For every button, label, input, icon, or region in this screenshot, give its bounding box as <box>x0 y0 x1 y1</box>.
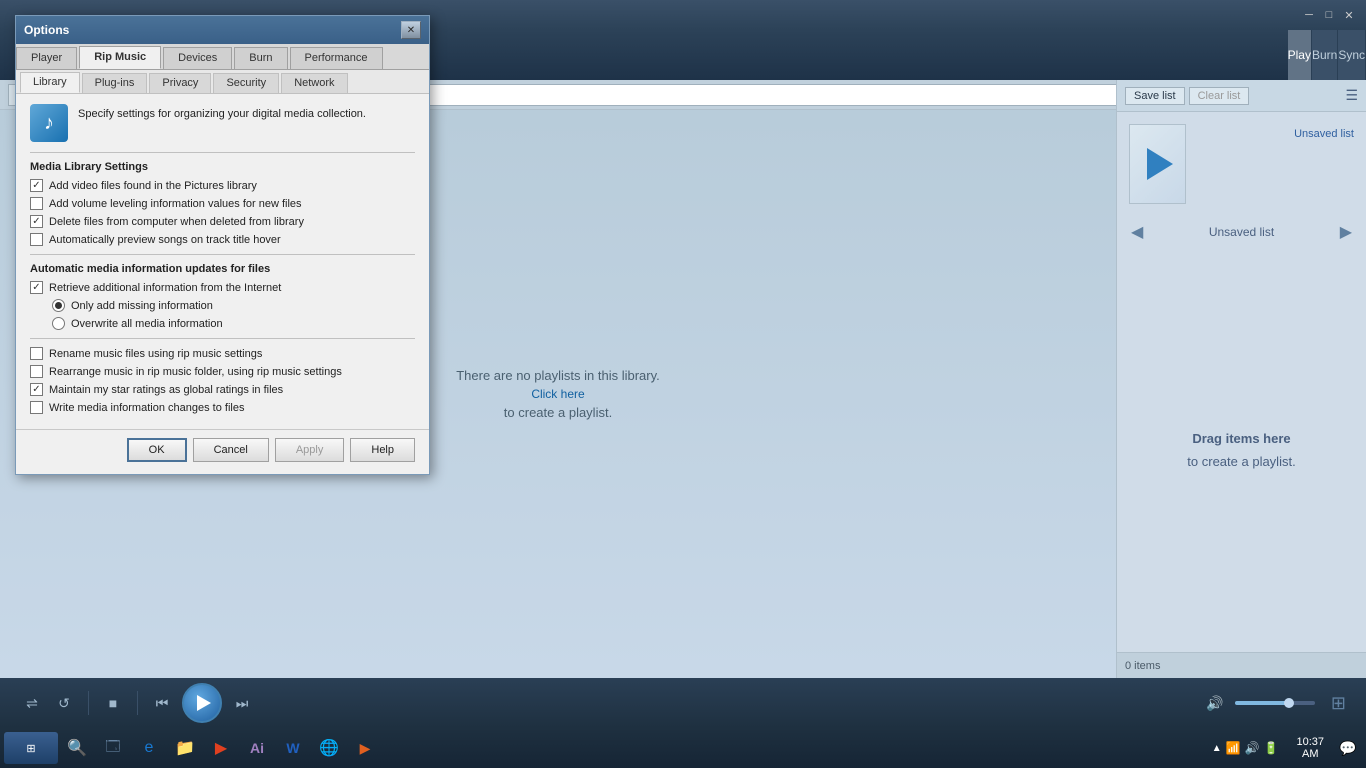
subtab-privacy[interactable]: Privacy <box>149 73 211 93</box>
checkbox-row-add-volume: Add volume leveling information values f… <box>30 197 415 210</box>
separator-3 <box>30 338 415 339</box>
checkbox-row-delete-files: Delete files from computer when deleted … <box>30 215 415 228</box>
dialog-icon: ♪ <box>30 104 68 142</box>
separator-2 <box>30 254 415 255</box>
radio-overwrite[interactable] <box>52 317 65 330</box>
checkbox-rename[interactable] <box>30 347 43 360</box>
checkbox-row-add-video: Add video files found in the Pictures li… <box>30 179 415 192</box>
checkbox-auto-preview-label: Automatically preview songs on track tit… <box>49 234 281 246</box>
checkbox-retrieve[interactable] <box>30 281 43 294</box>
dialog-header-row: ♪ Specify settings for organizing your d… <box>30 104 415 142</box>
media-library-heading: Media Library Settings <box>30 161 415 173</box>
checkbox-row-auto-preview: Automatically preview songs on track tit… <box>30 233 415 246</box>
tab-burn[interactable]: Burn <box>234 47 287 69</box>
checkbox-add-video[interactable] <box>30 179 43 192</box>
apply-button[interactable]: Apply <box>275 438 345 462</box>
checkbox-row-write-media: Write media information changes to files <box>30 401 415 414</box>
checkbox-delete-files-label: Delete files from computer when deleted … <box>49 216 304 228</box>
subtab-network[interactable]: Network <box>281 73 347 93</box>
checkbox-add-volume-label: Add volume leveling information values f… <box>49 198 302 210</box>
dialog-body: ♪ Specify settings for organizing your d… <box>16 94 429 429</box>
subtab-plugins[interactable]: Plug-ins <box>82 73 148 93</box>
separator-1 <box>30 152 415 153</box>
checkbox-write-media[interactable] <box>30 401 43 414</box>
subtab-security[interactable]: Security <box>213 73 279 93</box>
radio-row-overwrite: Overwrite all media information <box>52 317 415 330</box>
checkbox-retrieve-label: Retrieve additional information from the… <box>49 282 281 294</box>
tab-player[interactable]: Player <box>16 47 77 69</box>
tab-rip-music[interactable]: Rip Music <box>79 46 161 69</box>
radio-overwrite-label: Overwrite all media information <box>71 318 223 330</box>
checkbox-rename-label: Rename music files using rip music setti… <box>49 348 262 360</box>
options-dialog: Options ✕ Player Rip Music Devices Burn … <box>15 15 430 475</box>
checkbox-star-ratings[interactable] <box>30 383 43 396</box>
checkbox-write-media-label: Write media information changes to files <box>49 402 244 414</box>
dialog-description: Specify settings for organizing your dig… <box>78 104 415 120</box>
checkbox-add-volume[interactable] <box>30 197 43 210</box>
dialog-overlay: Options ✕ Player Rip Music Devices Burn … <box>0 0 1366 768</box>
checkbox-row-star-ratings: Maintain my star ratings as global ratin… <box>30 383 415 396</box>
checkbox-row-rearrange: Rearrange music in rip music folder, usi… <box>30 365 415 378</box>
help-dialog-button[interactable]: Help <box>350 438 415 462</box>
cancel-button[interactable]: Cancel <box>193 438 269 462</box>
radio-only-add-label: Only add missing information <box>71 300 213 312</box>
radio-row-only-add: Only add missing information <box>52 299 415 312</box>
checkbox-auto-preview[interactable] <box>30 233 43 246</box>
checkbox-row-retrieve: Retrieve additional information from the… <box>30 281 415 294</box>
dialog-title: Options <box>24 23 69 37</box>
tab-performance[interactable]: Performance <box>290 47 383 69</box>
ok-button[interactable]: OK <box>127 438 187 462</box>
checkbox-add-video-label: Add video files found in the Pictures li… <box>49 180 257 192</box>
dialog-close-button[interactable]: ✕ <box>401 21 421 39</box>
checkbox-rearrange-label: Rearrange music in rip music folder, usi… <box>49 366 342 378</box>
checkbox-row-rename: Rename music files using rip music setti… <box>30 347 415 360</box>
tab-devices[interactable]: Devices <box>163 47 232 69</box>
radio-only-add[interactable] <box>52 299 65 312</box>
dialog-buttons-row: OK Cancel Apply Help <box>16 429 429 474</box>
dialog-subtabs: Library Plug-ins Privacy Security Networ… <box>16 70 429 94</box>
dialog-tabs: Player Rip Music Devices Burn Performanc… <box>16 44 429 70</box>
checkbox-delete-files[interactable] <box>30 215 43 228</box>
checkbox-star-ratings-label: Maintain my star ratings as global ratin… <box>49 384 283 396</box>
music-icon: ♪ <box>44 112 54 135</box>
auto-info-heading: Automatic media information updates for … <box>30 263 415 275</box>
subtab-library[interactable]: Library <box>20 72 80 93</box>
dialog-titlebar: Options ✕ <box>16 16 429 44</box>
checkbox-rearrange[interactable] <box>30 365 43 378</box>
